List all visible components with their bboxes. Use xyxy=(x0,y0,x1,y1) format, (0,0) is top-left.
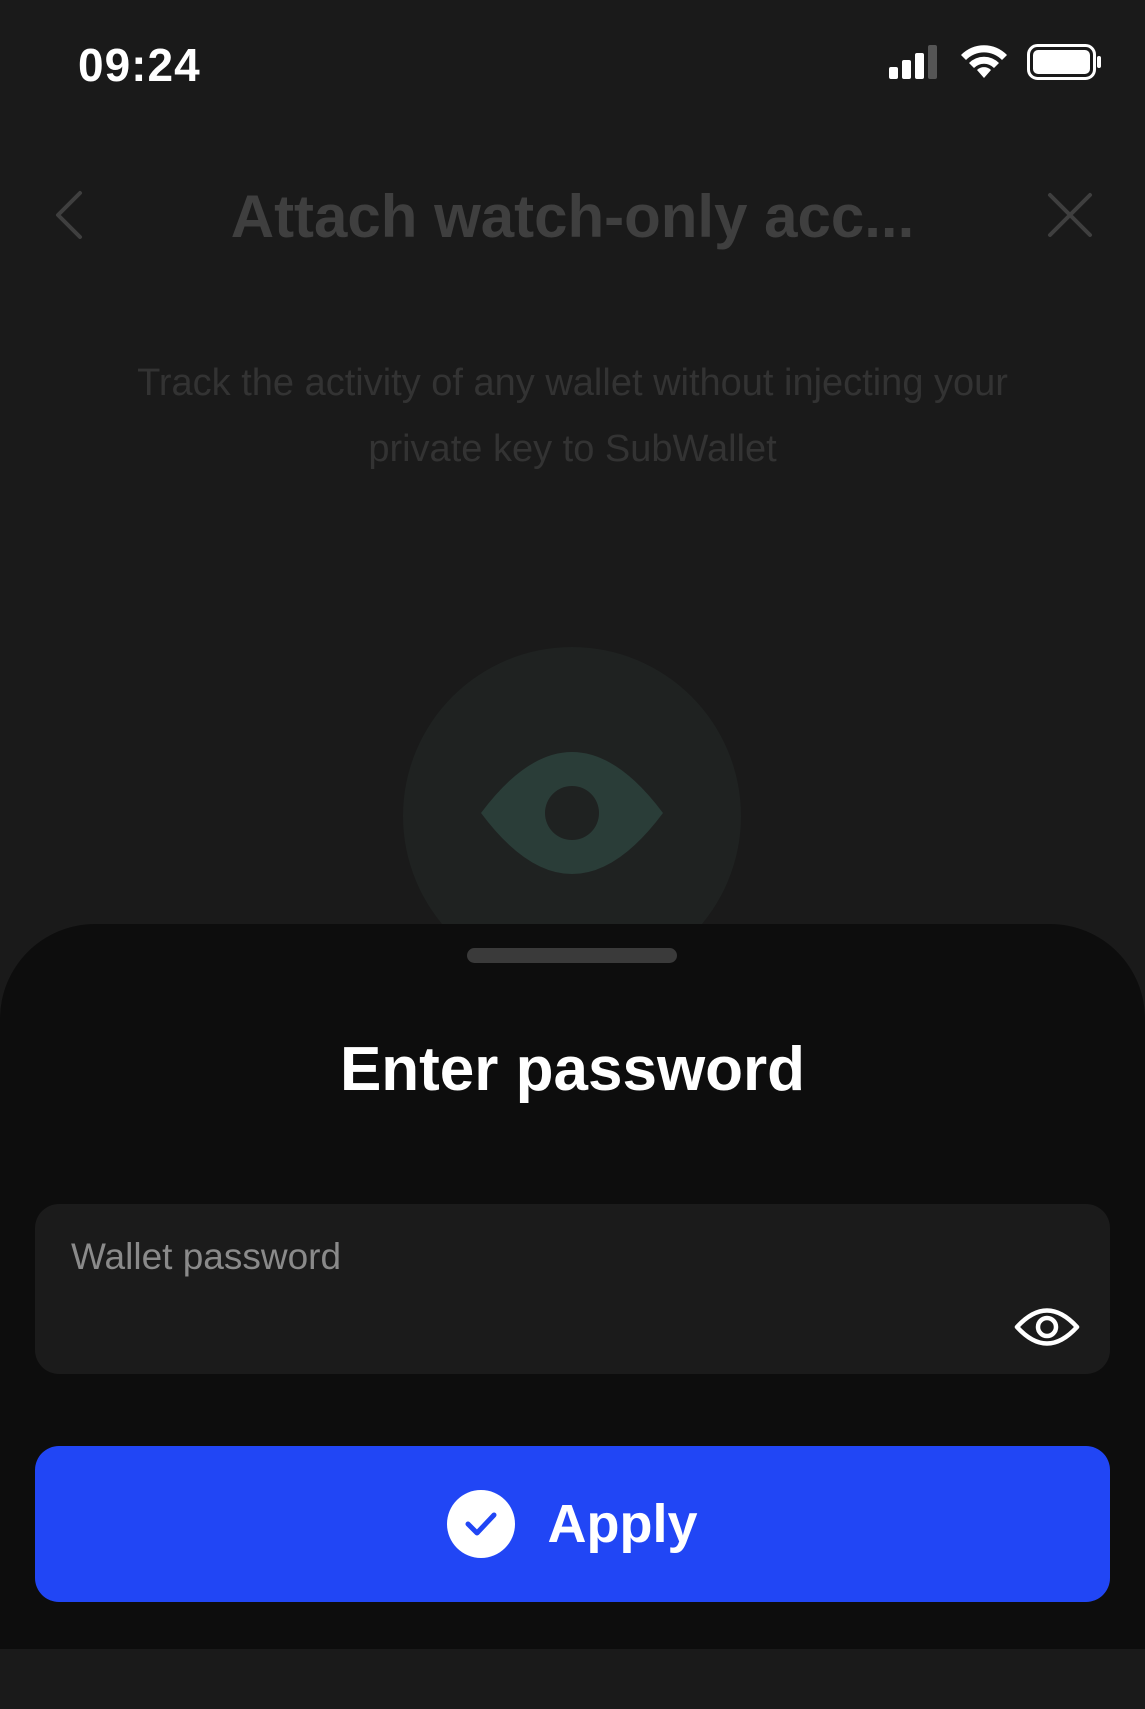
page-title: Attach watch-only acc... xyxy=(230,183,915,250)
status-bar: 09:24 xyxy=(0,0,1145,130)
check-circle-icon xyxy=(447,1490,516,1558)
page-description: Track the activity of any wallet without… xyxy=(137,362,1008,470)
close-button[interactable] xyxy=(1040,185,1110,245)
status-time: 09:24 xyxy=(78,39,201,91)
wallet-password-input[interactable] xyxy=(71,1294,971,1344)
close-icon xyxy=(1048,193,1092,237)
apply-button[interactable]: Apply xyxy=(35,1446,1110,1602)
password-bottom-sheet: Enter password Wallet password Apply xyxy=(0,924,1145,1649)
status-icons xyxy=(889,44,1103,85)
chevron-left-icon xyxy=(56,191,82,239)
battery-icon xyxy=(1027,44,1103,85)
sheet-drag-handle[interactable] xyxy=(467,948,677,963)
eye-icon xyxy=(1014,1308,1080,1346)
eye-icon xyxy=(481,752,663,874)
wifi-icon xyxy=(959,44,1009,85)
bottom-safe-area xyxy=(0,1649,1145,1709)
wallet-password-field[interactable]: Wallet password xyxy=(35,1204,1110,1374)
toggle-password-visibility-button[interactable] xyxy=(1013,1302,1081,1352)
cellular-signal-icon xyxy=(889,45,941,84)
wallet-password-label: Wallet password xyxy=(71,1236,342,1277)
apply-button-label: Apply xyxy=(547,1494,698,1554)
header: Attach watch-only acc... xyxy=(0,160,1145,270)
sheet-title: Enter password xyxy=(339,1035,806,1104)
back-button[interactable] xyxy=(40,185,100,245)
